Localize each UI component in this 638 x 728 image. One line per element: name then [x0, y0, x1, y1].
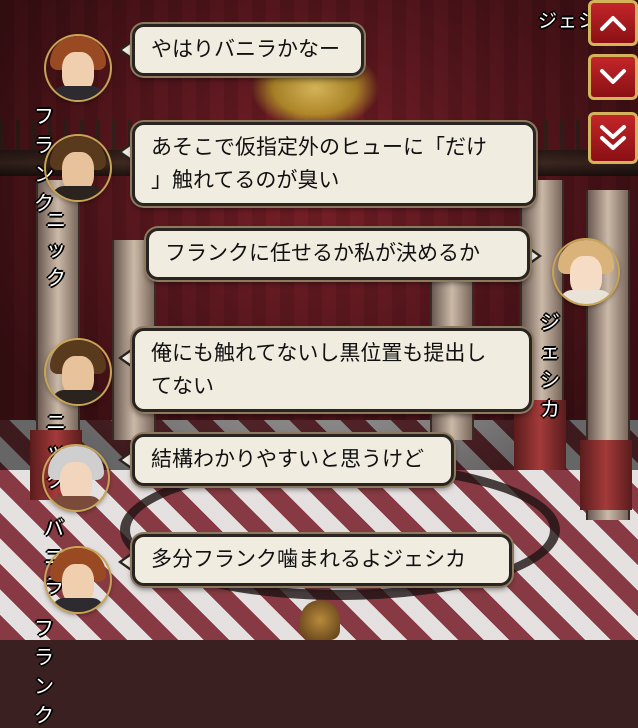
jessica-avatar[interactable]: [554, 240, 618, 304]
speaker-name: ニック: [46, 208, 67, 290]
chat-bubble: やはりバニラかなー: [132, 24, 364, 76]
frank-avatar[interactable]: [46, 36, 110, 100]
nick-avatar[interactable]: [46, 340, 110, 404]
message-text-line: 俺にも触れてないし黒位置も提出し: [151, 341, 487, 365]
scroll-down-button[interactable]: [588, 54, 638, 100]
chevron-up-icon: [600, 16, 626, 31]
double-chevron-down-icon: [600, 125, 626, 150]
frank-avatar[interactable]: [46, 548, 110, 612]
chat-bubble: フランクに任せるか私が決めるか: [146, 228, 530, 280]
chat-bubble: 多分フランク噛まれるよジェシカ: [132, 534, 512, 586]
vanilla-avatar[interactable]: [44, 446, 108, 510]
message-text-line: てない: [151, 374, 214, 398]
chat-bubble: 俺にも触れてないし黒位置も提出し てない: [132, 328, 532, 412]
speaker-name: フランク: [34, 616, 55, 727]
message-text-line: あそこで仮指定外のヒューに「だけ: [151, 135, 487, 159]
message-text-line: 」触れてるのが臭い: [151, 168, 340, 192]
message-text: やはりバニラかなー: [151, 37, 340, 61]
chat-bubble: あそこで仮指定外のヒューに「だけ 」触れてるのが臭い: [132, 122, 536, 206]
chevron-down-icon: [600, 69, 626, 84]
message-text: フランクに任せるか私が決めるか: [165, 241, 480, 265]
scroll-to-bottom-button[interactable]: [588, 112, 638, 164]
message-text: 多分フランク噛まれるよジェシカ: [151, 547, 466, 571]
scroll-up-button[interactable]: [588, 0, 638, 46]
chat-bubble: 結構わかりやすいと思うけど: [132, 434, 454, 486]
message-text: 結構わかりやすいと思うけど: [151, 447, 424, 471]
nick-avatar[interactable]: [46, 136, 110, 200]
speaker-name: ジェシカ: [540, 310, 561, 421]
crest-ornament: [300, 600, 340, 640]
